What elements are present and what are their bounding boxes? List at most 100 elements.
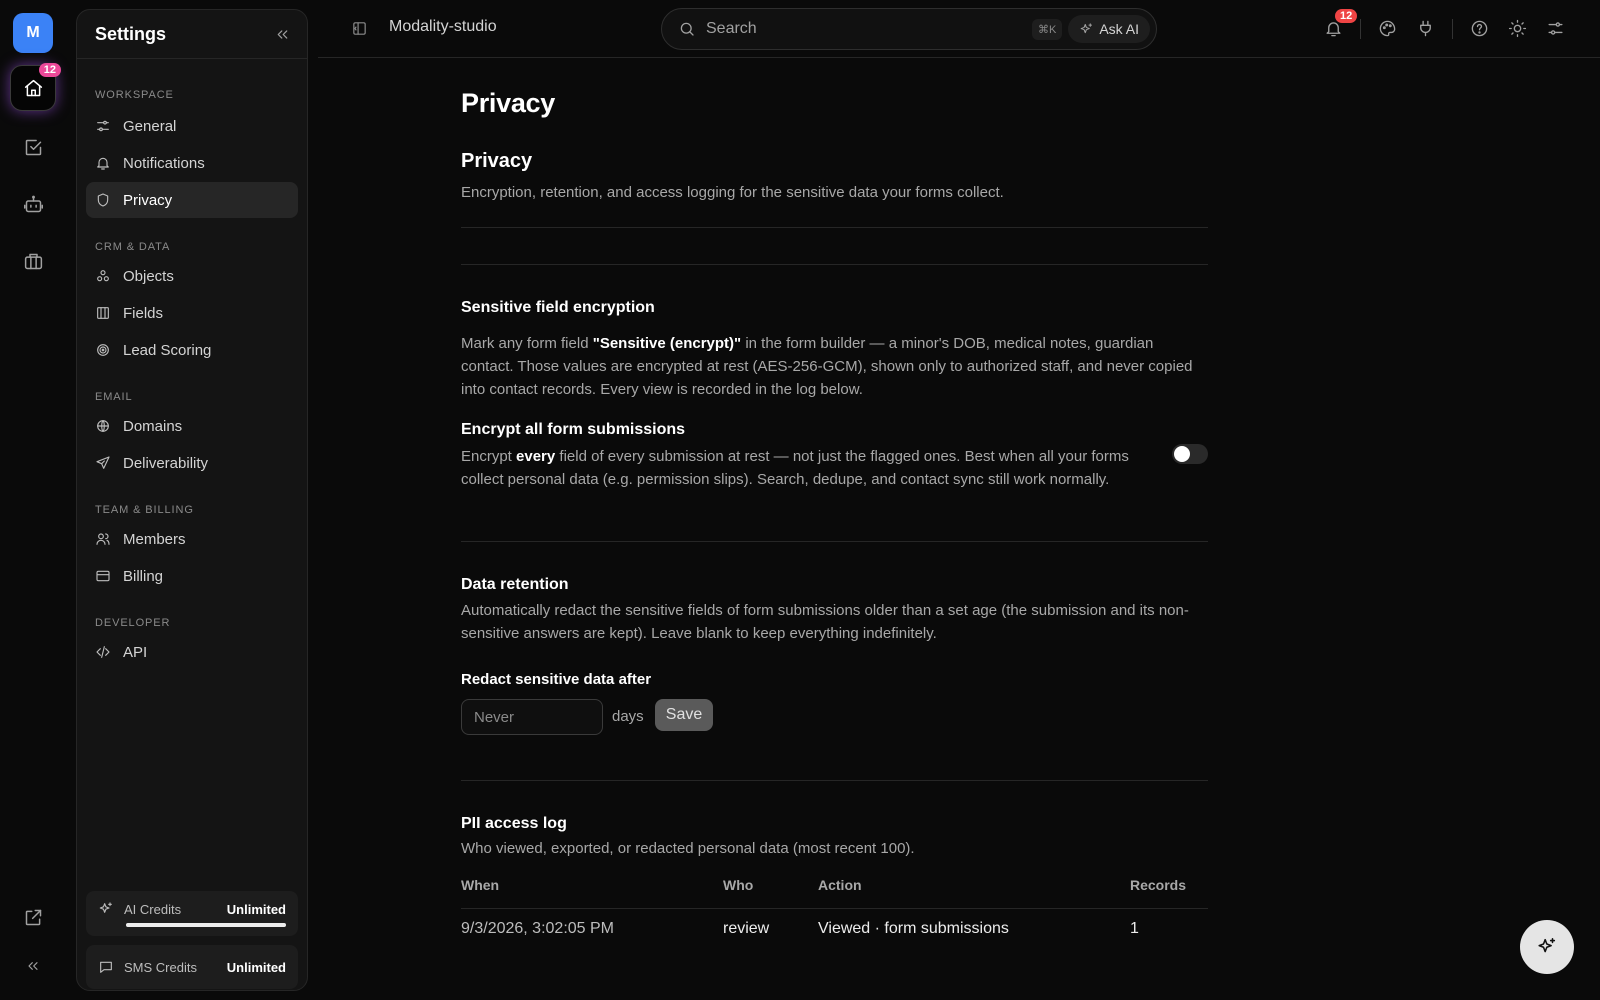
divider: [461, 227, 1208, 228]
section-workspace: WORKSPACE: [95, 89, 174, 101]
settings-header: Settings: [77, 10, 307, 59]
theme-toggle-button[interactable]: [1508, 19, 1527, 38]
section-email: EMAIL: [95, 391, 133, 403]
double-chevron-left-icon: [28, 962, 38, 970]
workspace-name[interactable]: Modality-studio: [389, 18, 497, 36]
divider: [461, 780, 1208, 781]
sidebar-item-billing[interactable]: Billing: [86, 558, 298, 594]
preferences-button[interactable]: [1546, 19, 1565, 38]
sparkles-icon: [1538, 937, 1556, 953]
sidebar-item-lead-scoring[interactable]: Lead Scoring: [86, 332, 298, 368]
sidebar-item-members[interactable]: Members: [86, 521, 298, 557]
section-heading: Privacy: [461, 150, 533, 172]
section-developer: DEVELOPER: [95, 617, 171, 629]
sidebar-item-domains[interactable]: Domains: [86, 408, 298, 444]
rail-tasks[interactable]: [10, 124, 56, 170]
ai-credits-label: AI Credits: [124, 901, 182, 917]
sidebar-item-label: Lead Scoring: [123, 341, 212, 359]
retention-description: Automatically redact the sensitive field…: [461, 602, 1189, 642]
cell-action: Viewed · form submissions: [818, 920, 1009, 937]
text-fragment: Mark any form field: [461, 335, 593, 352]
top-bar: Modality-studio Search ⌘K Ask AI 12: [318, 0, 1600, 58]
section-crm: CRM & DATA: [95, 241, 171, 253]
app-rail: M 12: [0, 0, 66, 1000]
search-bar[interactable]: Search ⌘K Ask AI: [661, 8, 1157, 50]
sidebar-item-notifications[interactable]: Notifications: [86, 145, 298, 181]
notifications-button[interactable]: 12: [1324, 9, 1358, 38]
code-icon: [96, 646, 110, 658]
sidebar-collapse-button[interactable]: [274, 26, 291, 43]
encrypt-all-description: Encrypt every field of every submission …: [461, 445, 1151, 491]
help-button[interactable]: [1470, 19, 1489, 38]
workspace-avatar[interactable]: M: [13, 13, 53, 53]
sms-credits-card: SMS Credits Unlimited: [86, 945, 298, 989]
ask-ai-label: Ask AI: [1099, 21, 1139, 37]
sliders-icon: [1548, 22, 1563, 35]
sidebar-item-label: General: [123, 117, 177, 135]
checklist-icon: [25, 139, 41, 155]
external-link-icon: [25, 909, 41, 925]
toggle-knob: [1174, 446, 1190, 462]
home-icon: [24, 79, 42, 96]
sidebar-item-api[interactable]: API: [86, 634, 298, 670]
sidebar-item-general[interactable]: General: [86, 108, 298, 144]
ai-credits-bar: [126, 923, 286, 927]
double-chevron-left-icon: [277, 29, 288, 39]
cell-when: 9/3/2026, 3:02:05 PM: [461, 920, 614, 937]
plug-icon: [1420, 20, 1431, 37]
integrations-button[interactable]: [1416, 19, 1435, 38]
home-badge: 12: [38, 63, 61, 77]
sidebar-item-label: Members: [123, 530, 186, 548]
column-header: When: [461, 877, 500, 893]
theme-palette-button[interactable]: [1378, 19, 1397, 38]
search-placeholder: Search: [706, 20, 757, 37]
retention-unit: days: [612, 708, 644, 725]
sidebar-item-fields[interactable]: Fields: [86, 295, 298, 331]
sliders-icon: [97, 120, 109, 132]
boxes-icon: [97, 270, 109, 282]
sidebar-item-label: Fields: [123, 304, 164, 322]
log-title: PII access log: [461, 815, 567, 832]
send-icon: [96, 456, 110, 469]
notifications-badge: 12: [1335, 9, 1358, 23]
page-description: Encryption, retention, and access loggin…: [461, 184, 1004, 201]
search-icon: [680, 22, 694, 36]
rail-agents[interactable]: [10, 181, 56, 227]
page-title: Privacy: [461, 88, 555, 118]
settings-sidebar: Settings WORKSPACE General Notifications…: [76, 9, 308, 991]
rail-collapse[interactable]: [10, 943, 56, 989]
encryption-title: Sensitive field encryption: [461, 299, 655, 316]
retention-days-input[interactable]: [461, 699, 603, 735]
sms-credits-value: Unlimited: [226, 959, 286, 975]
help-icon: [1471, 20, 1488, 37]
encryption-description: Mark any form field "Sensitive (encrypt)…: [461, 332, 1208, 401]
sidebar-item-privacy[interactable]: Privacy: [86, 182, 298, 218]
section-team: TEAM & BILLING: [95, 504, 194, 516]
encrypt-all-toggle[interactable]: [1172, 444, 1208, 464]
bot-icon: [23, 195, 43, 212]
sidebar-item-label: API: [123, 643, 148, 661]
search-shortcut: ⌘K: [1031, 18, 1063, 40]
toolbar-divider: [1452, 19, 1453, 39]
toggle-panel-button[interactable]: [351, 20, 368, 37]
credit-card-icon: [96, 570, 110, 582]
ask-ai-button[interactable]: Ask AI: [1068, 15, 1150, 43]
save-button[interactable]: Save: [655, 699, 713, 731]
ai-assistant-button[interactable]: [1520, 920, 1574, 974]
text-strong: "Sensitive (encrypt)": [592, 335, 742, 352]
panel-left-icon: [353, 22, 366, 35]
column-header: Action: [818, 877, 862, 893]
sidebar-item-label: Privacy: [123, 191, 173, 209]
ai-credits-card: AI Credits Unlimited: [86, 891, 298, 936]
rail-external-link[interactable]: [10, 894, 56, 940]
rail-home[interactable]: 12: [10, 63, 61, 111]
divider: [461, 541, 1208, 542]
sidebar-item-deliverability[interactable]: Deliverability: [86, 445, 298, 481]
bell-icon: [97, 157, 109, 170]
sidebar-item-objects[interactable]: Objects: [86, 258, 298, 294]
sidebar-item-label: Notifications: [123, 154, 205, 172]
retention-field-label: Redact sensitive data after: [461, 671, 652, 688]
rail-portfolio[interactable]: [10, 238, 56, 284]
columns-icon: [97, 307, 109, 319]
toolbar-divider: [1360, 19, 1361, 39]
